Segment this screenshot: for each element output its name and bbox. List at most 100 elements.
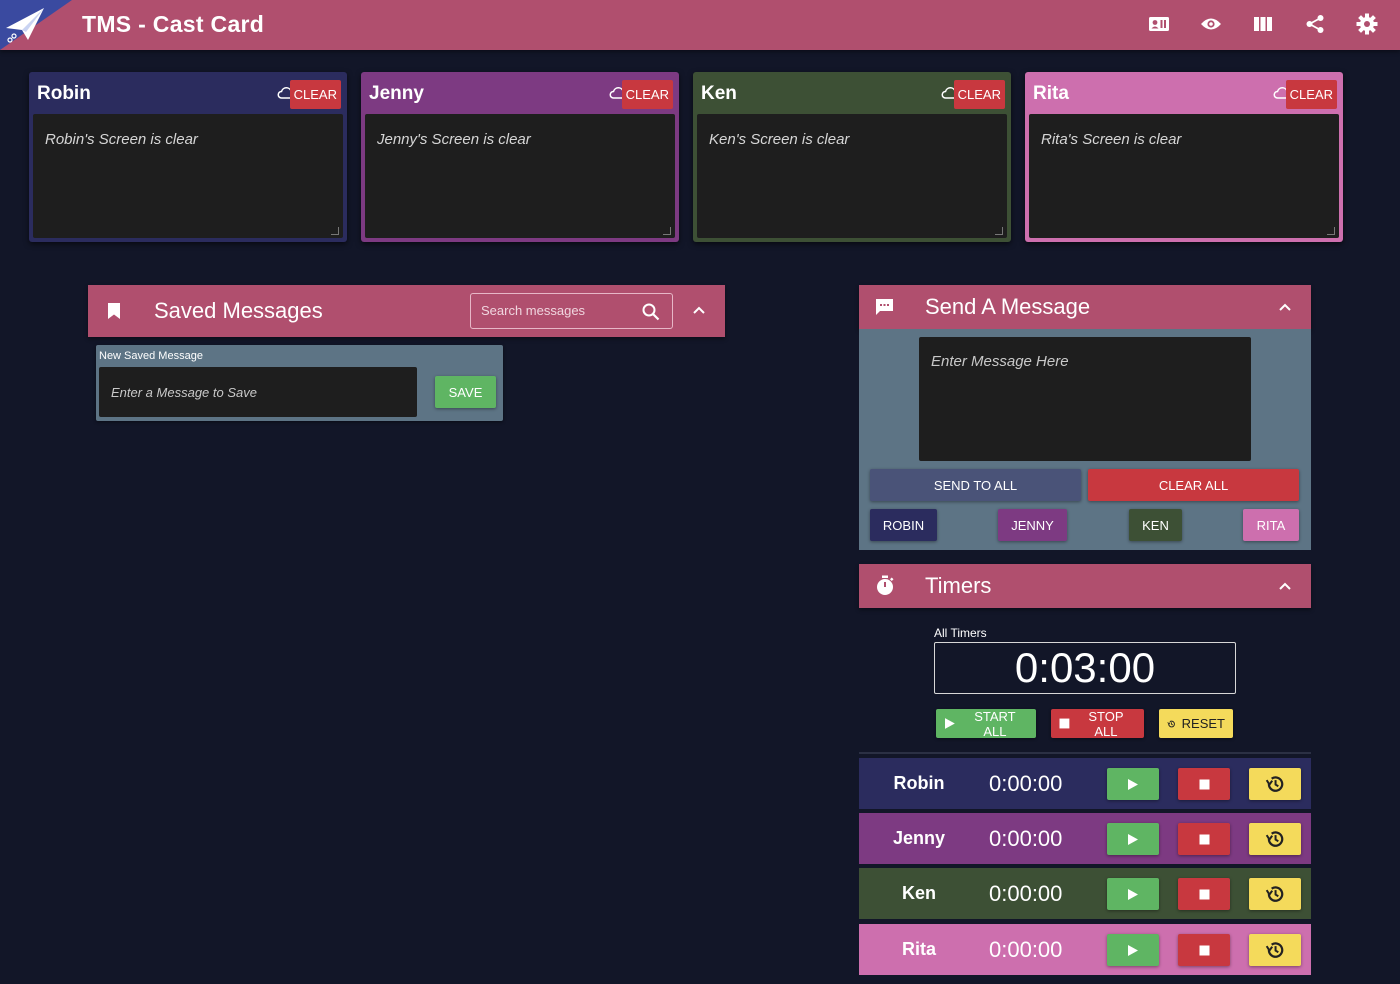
chevron-up-icon[interactable] bbox=[692, 305, 706, 315]
start-timer-button[interactable] bbox=[1107, 934, 1159, 966]
history-icon bbox=[1265, 831, 1284, 847]
clear-button[interactable]: CLEAR bbox=[1285, 80, 1337, 109]
paper-plane-icon bbox=[6, 8, 44, 43]
cast-card-jenny: Jenny CLEAR Jenny's Screen is clear bbox=[361, 72, 679, 242]
chevron-up-icon[interactable] bbox=[1278, 581, 1292, 591]
clear-button[interactable]: CLEAR bbox=[621, 80, 673, 109]
stop-icon bbox=[1199, 889, 1209, 899]
timer-row-time: 0:00:00 bbox=[989, 771, 1063, 796]
send-to-ken-button[interactable]: KEN bbox=[1129, 509, 1182, 541]
resize-handle[interactable] bbox=[1327, 227, 1335, 235]
panel-title: Timers bbox=[925, 573, 992, 598]
stop-timer-button[interactable] bbox=[1178, 768, 1230, 800]
timer-row-time: 0:00:00 bbox=[989, 881, 1063, 906]
new-saved-message-input[interactable] bbox=[99, 367, 417, 417]
screen-status-text: Robin's Screen is clear bbox=[45, 131, 198, 148]
gear-icon[interactable] bbox=[1356, 13, 1378, 35]
stop-icon bbox=[1199, 945, 1209, 955]
start-timer-button[interactable] bbox=[1107, 768, 1159, 800]
app-logo[interactable] bbox=[0, 0, 72, 50]
reset-timer-button[interactable] bbox=[1249, 934, 1301, 966]
message-input[interactable] bbox=[919, 337, 1251, 461]
chat-icon bbox=[876, 299, 893, 315]
start-timer-button[interactable] bbox=[1107, 878, 1159, 910]
new-saved-message-panel: New Saved Message SAVE bbox=[96, 345, 503, 421]
timer-row-name: Jenny bbox=[892, 828, 946, 848]
history-icon bbox=[1265, 776, 1284, 792]
panel-title: Saved Messages bbox=[154, 298, 323, 323]
play-icon bbox=[1128, 778, 1138, 790]
send-to-all-button[interactable]: SEND TO ALL bbox=[870, 469, 1081, 501]
share-icon[interactable] bbox=[1304, 13, 1326, 35]
stop-timer-button[interactable] bbox=[1178, 823, 1230, 855]
stop-icon bbox=[1199, 779, 1209, 789]
reset-timer-button[interactable] bbox=[1249, 823, 1301, 855]
reset-label: RESET bbox=[1181, 716, 1225, 731]
send-to-jenny-button[interactable]: JENNY bbox=[998, 509, 1067, 541]
search-input[interactable] bbox=[481, 303, 636, 318]
stopwatch-icon bbox=[877, 575, 894, 595]
card-name: Jenny bbox=[369, 83, 424, 104]
screen-status-text: Ken's Screen is clear bbox=[709, 131, 850, 148]
eye-icon[interactable] bbox=[1200, 13, 1222, 35]
columns-icon[interactable] bbox=[1252, 13, 1274, 35]
send-message-header: Send A Message bbox=[859, 285, 1311, 329]
stop-timer-button[interactable] bbox=[1178, 878, 1230, 910]
timer-row-robin: Robin 0:00:00 bbox=[859, 758, 1311, 809]
timer-row-ken: Ken 0:00:00 bbox=[859, 868, 1311, 919]
reset-timer-button[interactable] bbox=[1249, 878, 1301, 910]
reset-all-button[interactable]: RESET bbox=[1159, 709, 1233, 738]
all-timers-display[interactable]: 0:03:00 bbox=[934, 642, 1236, 694]
bookmark-icon bbox=[108, 303, 120, 319]
start-all-button[interactable]: START ALL bbox=[936, 709, 1036, 739]
screen-text-area[interactable]: Ken's Screen is clear bbox=[697, 114, 1007, 238]
chevron-up-icon[interactable] bbox=[1278, 302, 1292, 312]
search-icon[interactable] bbox=[642, 303, 660, 321]
timer-row-name: Ken bbox=[901, 883, 936, 903]
cast-card-ken: Ken CLEAR Ken's Screen is clear bbox=[693, 72, 1011, 242]
clear-button[interactable]: CLEAR bbox=[289, 80, 341, 109]
timer-row-time: 0:00:00 bbox=[989, 937, 1063, 962]
reset-timer-button[interactable] bbox=[1249, 768, 1301, 800]
timer-row-jenny: Jenny 0:00:00 bbox=[859, 813, 1311, 864]
screen-text-area[interactable]: Rita's Screen is clear bbox=[1029, 114, 1339, 238]
new-saved-message-label: New Saved Message bbox=[99, 350, 203, 362]
start-timer-button[interactable] bbox=[1107, 823, 1159, 855]
top-bar: TMS - Cast Card bbox=[0, 0, 1400, 50]
contact-card-icon[interactable] bbox=[1148, 13, 1170, 35]
clear-all-button[interactable]: CLEAR ALL bbox=[1088, 469, 1299, 501]
card-name: Ken bbox=[701, 83, 737, 104]
history-icon bbox=[1167, 720, 1175, 727]
screen-status-text: Rita's Screen is clear bbox=[1041, 131, 1182, 148]
screen-text-area[interactable]: Jenny's Screen is clear bbox=[365, 114, 675, 238]
cast-card-rita: Rita CLEAR Rita's Screen is clear bbox=[1025, 72, 1343, 242]
send-message-body: SEND TO ALL CLEAR ALL ROBIN JENNY KEN RI… bbox=[859, 329, 1311, 550]
timer-row-time: 0:00:00 bbox=[989, 826, 1063, 851]
send-to-robin-button[interactable]: ROBIN bbox=[870, 509, 937, 541]
timers-header: Timers bbox=[859, 564, 1311, 608]
resize-handle[interactable] bbox=[995, 227, 1003, 235]
save-button[interactable]: SAVE bbox=[435, 376, 496, 408]
timer-row-rita: Rita 0:00:00 bbox=[859, 924, 1311, 975]
search-box bbox=[470, 293, 673, 329]
play-icon bbox=[1128, 888, 1138, 900]
resize-handle[interactable] bbox=[331, 227, 339, 235]
clear-button[interactable]: CLEAR bbox=[953, 80, 1005, 109]
panel-title: Send A Message bbox=[925, 294, 1091, 319]
send-to-rita-button[interactable]: RITA bbox=[1243, 509, 1299, 541]
screen-status-text: Jenny's Screen is clear bbox=[377, 131, 531, 148]
divider bbox=[859, 752, 1311, 754]
timer-row-name: Robin bbox=[893, 773, 945, 793]
stop-timer-button[interactable] bbox=[1178, 934, 1230, 966]
resize-handle[interactable] bbox=[663, 227, 671, 235]
timer-row-name: Rita bbox=[901, 939, 936, 959]
stop-all-button[interactable]: STOP ALL bbox=[1051, 708, 1144, 739]
screen-text-area[interactable]: Robin's Screen is clear bbox=[33, 114, 343, 238]
card-name: Robin bbox=[37, 83, 91, 104]
all-timers-label: All Timers bbox=[934, 626, 987, 640]
stop-icon bbox=[1199, 834, 1209, 844]
play-icon bbox=[1128, 944, 1138, 956]
app-title: TMS - Cast Card bbox=[82, 11, 265, 37]
stop-icon bbox=[1059, 718, 1070, 729]
stop-all-label: STOP ALL bbox=[1088, 708, 1124, 739]
